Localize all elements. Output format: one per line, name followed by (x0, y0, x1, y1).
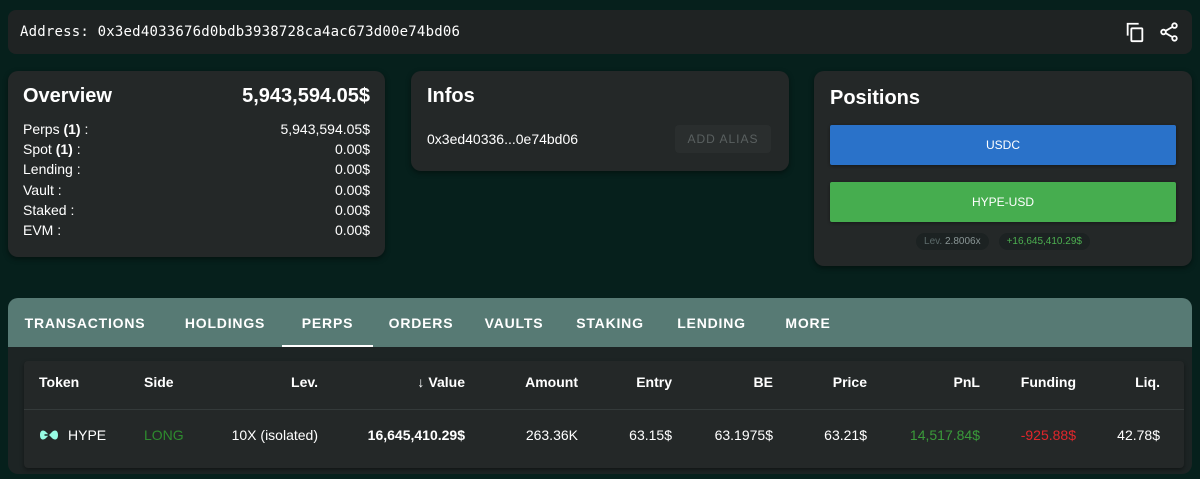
col-value-header[interactable]: ↓ Value (384, 361, 465, 403)
share-icon[interactable] (1158, 21, 1180, 43)
address-bar: Address: 0x3ed4033676d0bdb3938728ca4ac67… (8, 10, 1192, 54)
perps-table: Token Side Lev. ↓ Value Amount Entry BE P… (24, 361, 1184, 468)
tabs-panel: TRANSACTIONS HOLDINGS PERPS ORDERS VAULT… (8, 298, 1192, 474)
entry-cell: 63.15$ (629, 426, 672, 443)
tab-orders[interactable]: ORDERS (389, 298, 453, 347)
infos-title: Infos (427, 85, 475, 107)
overview-value: 5,943,594.05$ (280, 121, 370, 137)
price-cell: 63.21$ (824, 426, 867, 443)
positions-title: Positions (830, 87, 921, 109)
overview-value: 0.00$ (334, 141, 370, 158)
address-label: Address: 0x3ed4033676d0bdb3938728ca4ac67… (20, 24, 461, 40)
tab-lending[interactable]: LENDING (677, 298, 745, 347)
overview-row-perps: Perps (1) : 5,943,594.05$ (23, 119, 370, 139)
copy-icon[interactable] (1124, 21, 1146, 43)
tab-transactions[interactable]: TRANSACTIONS (25, 298, 145, 347)
overview-value: 0.00$ (334, 222, 370, 239)
token-name: HYPE (68, 426, 107, 443)
liq-cell: 42.78$ (1117, 426, 1160, 443)
table-header-row: Token Side Lev. ↓ Value Amount Entry BE P… (24, 361, 1184, 403)
overview-row-vault: Vault : 0.00$ (23, 180, 370, 200)
position-usdc-button[interactable]: USDC (830, 125, 1176, 165)
amount-cell: 263.36K (525, 426, 578, 443)
pnl-cell: 14,517.84$ (909, 426, 980, 443)
positions-card: Positions USDC HYPE-USD Lev. 2.8006x +16… (814, 71, 1192, 266)
overview-row-evm: EVM : 0.00$ (23, 220, 370, 240)
table-row[interactable]: HYPE LONG 10X (isolated) 16,645,410.29$ … (24, 409, 1184, 459)
overview-card: Overview 5,943,594.05$ Perps (1) : 5,943… (8, 71, 385, 257)
tab-bar: TRANSACTIONS HOLDINGS PERPS ORDERS VAULT… (8, 298, 1192, 347)
add-alias-button[interactable]: ADD ALIAS (675, 125, 771, 153)
tab-perps[interactable]: PERPS (282, 298, 373, 347)
tab-vaults[interactable]: VAULTS (485, 298, 543, 347)
col-price-header[interactable]: Price (804, 361, 867, 403)
col-entry-header[interactable]: Entry (604, 361, 672, 403)
overview-value: 0.00$ (334, 161, 370, 178)
be-cell: 63.1975$ (714, 426, 773, 443)
col-be-header[interactable]: BE (704, 361, 773, 403)
col-side-header[interactable]: Side (144, 361, 174, 403)
overview-row-lending: Lending : 0.00$ (23, 159, 370, 179)
sort-down-icon: ↓ (417, 374, 425, 390)
funding-cell: -925.88$ (1020, 426, 1076, 443)
address-value: 0x3ed4033676d0bdb3938728ca4ac673d00e74bd… (97, 24, 461, 40)
tab-staking[interactable]: STAKING (576, 298, 644, 347)
overview-row-spot: Spot (1) : 0.00$ (23, 139, 370, 159)
infos-card: Infos 0x3ed40336...0e74bd06 ADD ALIAS (411, 71, 789, 171)
col-funding-header[interactable]: Funding (1004, 361, 1076, 403)
col-liq-header[interactable]: Liq. (1104, 361, 1160, 403)
side-cell: LONG (144, 426, 184, 443)
col-lev-header[interactable]: Lev. (244, 361, 318, 403)
overview-total: 5,943,594.05$ (242, 85, 370, 107)
col-pnl-header[interactable]: PnL (904, 361, 980, 403)
tab-more[interactable]: MORE (785, 298, 830, 347)
tab-holdings[interactable]: HOLDINGS (185, 298, 265, 347)
col-amount-header[interactable]: Amount (494, 361, 578, 403)
overview-value: 0.00$ (334, 181, 370, 198)
lev-cell: 10X (isolated) (231, 426, 318, 443)
token-cell: HYPE (39, 410, 106, 459)
overview-row-staked: Staked : 0.00$ (23, 200, 370, 220)
pnl-chip: +16,645,410.29$ (998, 233, 1090, 250)
overview-title: Overview (23, 85, 112, 107)
value-cell: 16,645,410.29$ (367, 426, 465, 443)
hyperliquid-logo-icon (40, 429, 58, 440)
col-token-header[interactable]: Token (39, 361, 79, 403)
leverage-chip: Lev. 2.8006x (916, 233, 989, 250)
overview-value: 0.00$ (334, 201, 370, 218)
short-address: 0x3ed40336...0e74bd06 (427, 131, 579, 147)
position-hype-usd-button[interactable]: HYPE-USD (830, 182, 1176, 222)
